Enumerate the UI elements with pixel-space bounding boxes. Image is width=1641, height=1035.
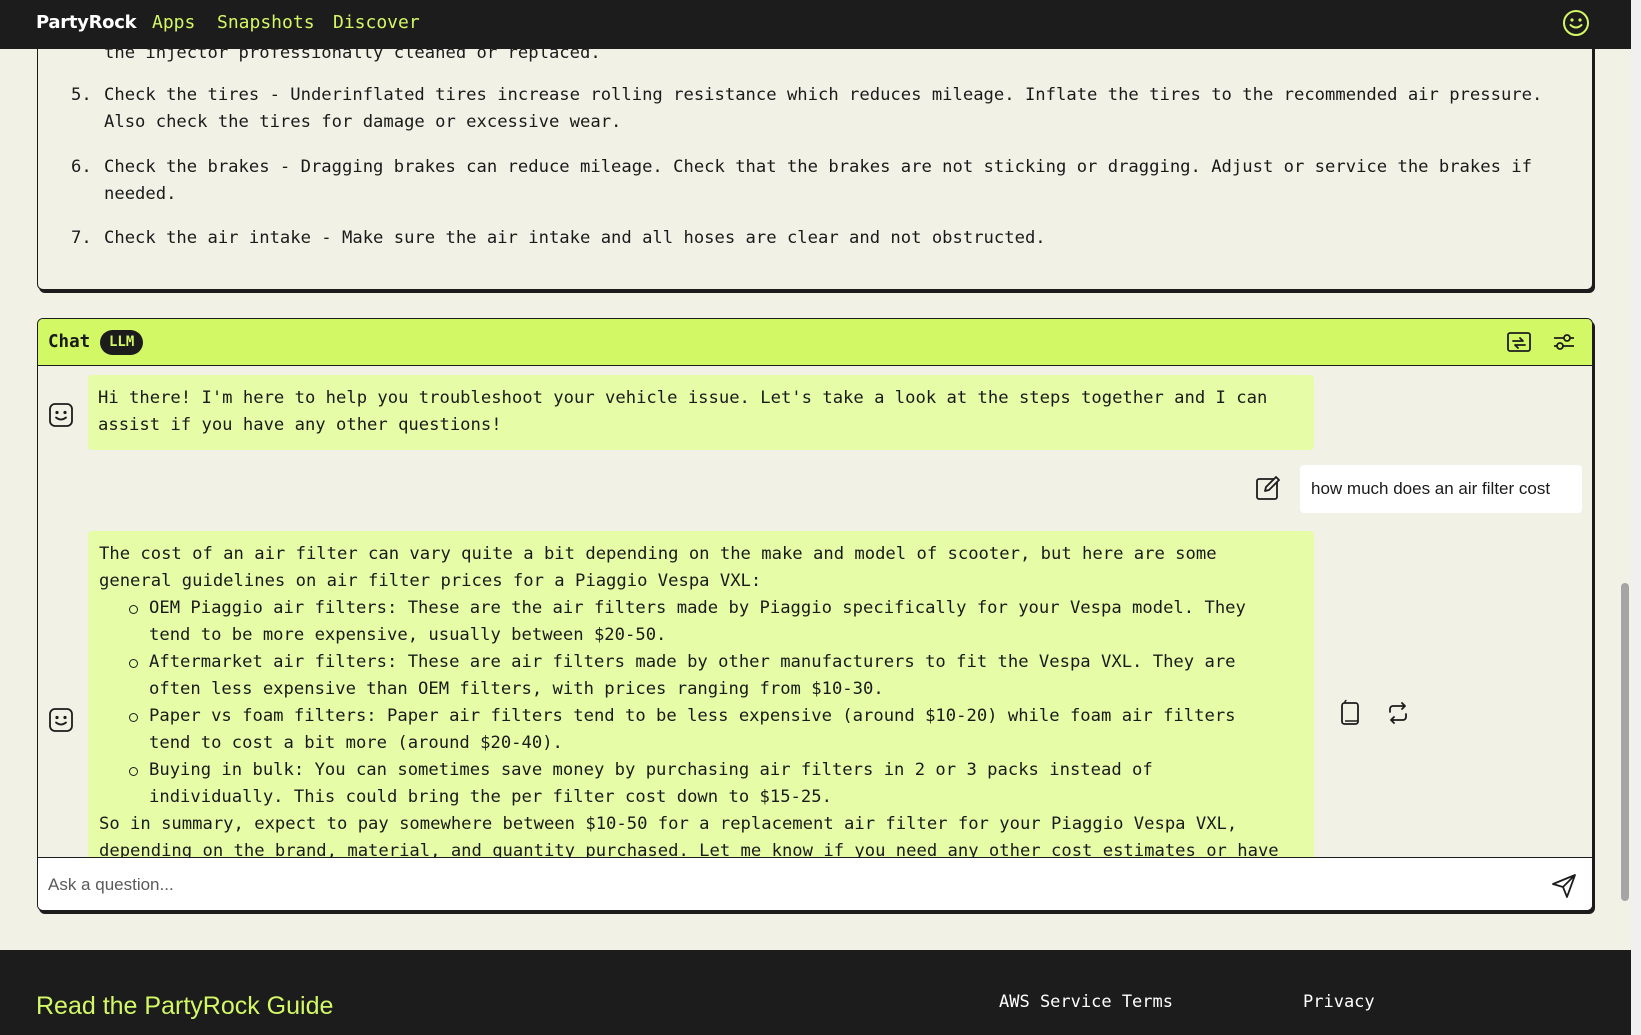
copy-icon[interactable] (1337, 699, 1363, 727)
send-icon[interactable] (1550, 872, 1578, 900)
list-number: 7. (71, 228, 92, 248)
message-intro: The cost of an air filter can vary quite… (99, 544, 1217, 591)
list-item: Aftermarket air filters: These are air f… (99, 649, 1284, 703)
bullet-icon (129, 713, 138, 722)
chat-title: Chat (48, 332, 91, 352)
bullet-icon (129, 659, 138, 668)
chat-messages[interactable]: Hi there! I'm here to help you troublesh… (38, 366, 1592, 857)
bot-avatar-icon (49, 403, 73, 427)
smiley-icon[interactable] (1562, 9, 1590, 37)
output-widget: the injector professionally cleaned or r… (37, 30, 1593, 290)
footer-link-terms[interactable]: AWS Service Terms (999, 992, 1173, 1012)
chat-header: Chat LLM (38, 319, 1592, 366)
footer-guide-link[interactable]: Read the PartyRock Guide (36, 992, 333, 1021)
bullet-icon (129, 605, 138, 614)
list-text: Check the tires - Underinflated tires in… (104, 85, 1543, 132)
list-item: OEM Piaggio air filters: These are the a… (99, 595, 1284, 649)
footer-link-privacy[interactable]: Privacy (1303, 992, 1375, 1012)
list-item: Paper vs foam filters: Paper air filters… (99, 703, 1284, 757)
footer: Read the PartyRock Guide AWS Service Ter… (0, 950, 1631, 1035)
chat-input-row (38, 857, 1592, 910)
list-number: 5. (71, 85, 92, 105)
regenerate-icon[interactable] (1385, 699, 1411, 727)
nav-link-snapshots[interactable]: Snapshots (217, 12, 315, 33)
nav-link-apps[interactable]: Apps (152, 12, 195, 33)
chat-input[interactable] (48, 868, 1498, 902)
list-item: Buying in bulk: You can sometimes save m… (99, 757, 1284, 811)
nav-link-discover[interactable]: Discover (333, 12, 420, 33)
llm-badge: LLM (100, 330, 144, 355)
settings-sliders-icon[interactable] (1551, 330, 1577, 354)
list-number: 6. (71, 157, 92, 177)
page-scrollbar-thumb[interactable] (1621, 583, 1629, 901)
message-summary: So in summary, expect to pay somewhere b… (99, 814, 1279, 857)
page-scrollbar-track[interactable] (1631, 0, 1641, 1035)
chat-widget: Chat LLM Hi there! I'm here to help you … (37, 318, 1593, 911)
edit-icon[interactable] (1254, 474, 1282, 502)
bullet-icon (129, 767, 138, 776)
snapshot-icon[interactable] (1506, 330, 1532, 354)
list-text: Check the brakes - Dragging brakes can r… (104, 157, 1532, 204)
bot-message: The cost of an air filter can vary quite… (88, 531, 1314, 857)
bot-message: Hi there! I'm here to help you troublesh… (88, 375, 1314, 450)
message-bullet-list: OEM Piaggio air filters: These are the a… (99, 595, 1284, 811)
top-nav: PartyRock Apps Snapshots Discover (0, 0, 1631, 49)
brand-logo[interactable]: PartyRock (36, 12, 137, 33)
user-message: how much does an air filter cost (1300, 465, 1582, 513)
bot-avatar-icon (49, 708, 73, 732)
list-text: Check the air intake - Make sure the air… (104, 228, 1046, 248)
